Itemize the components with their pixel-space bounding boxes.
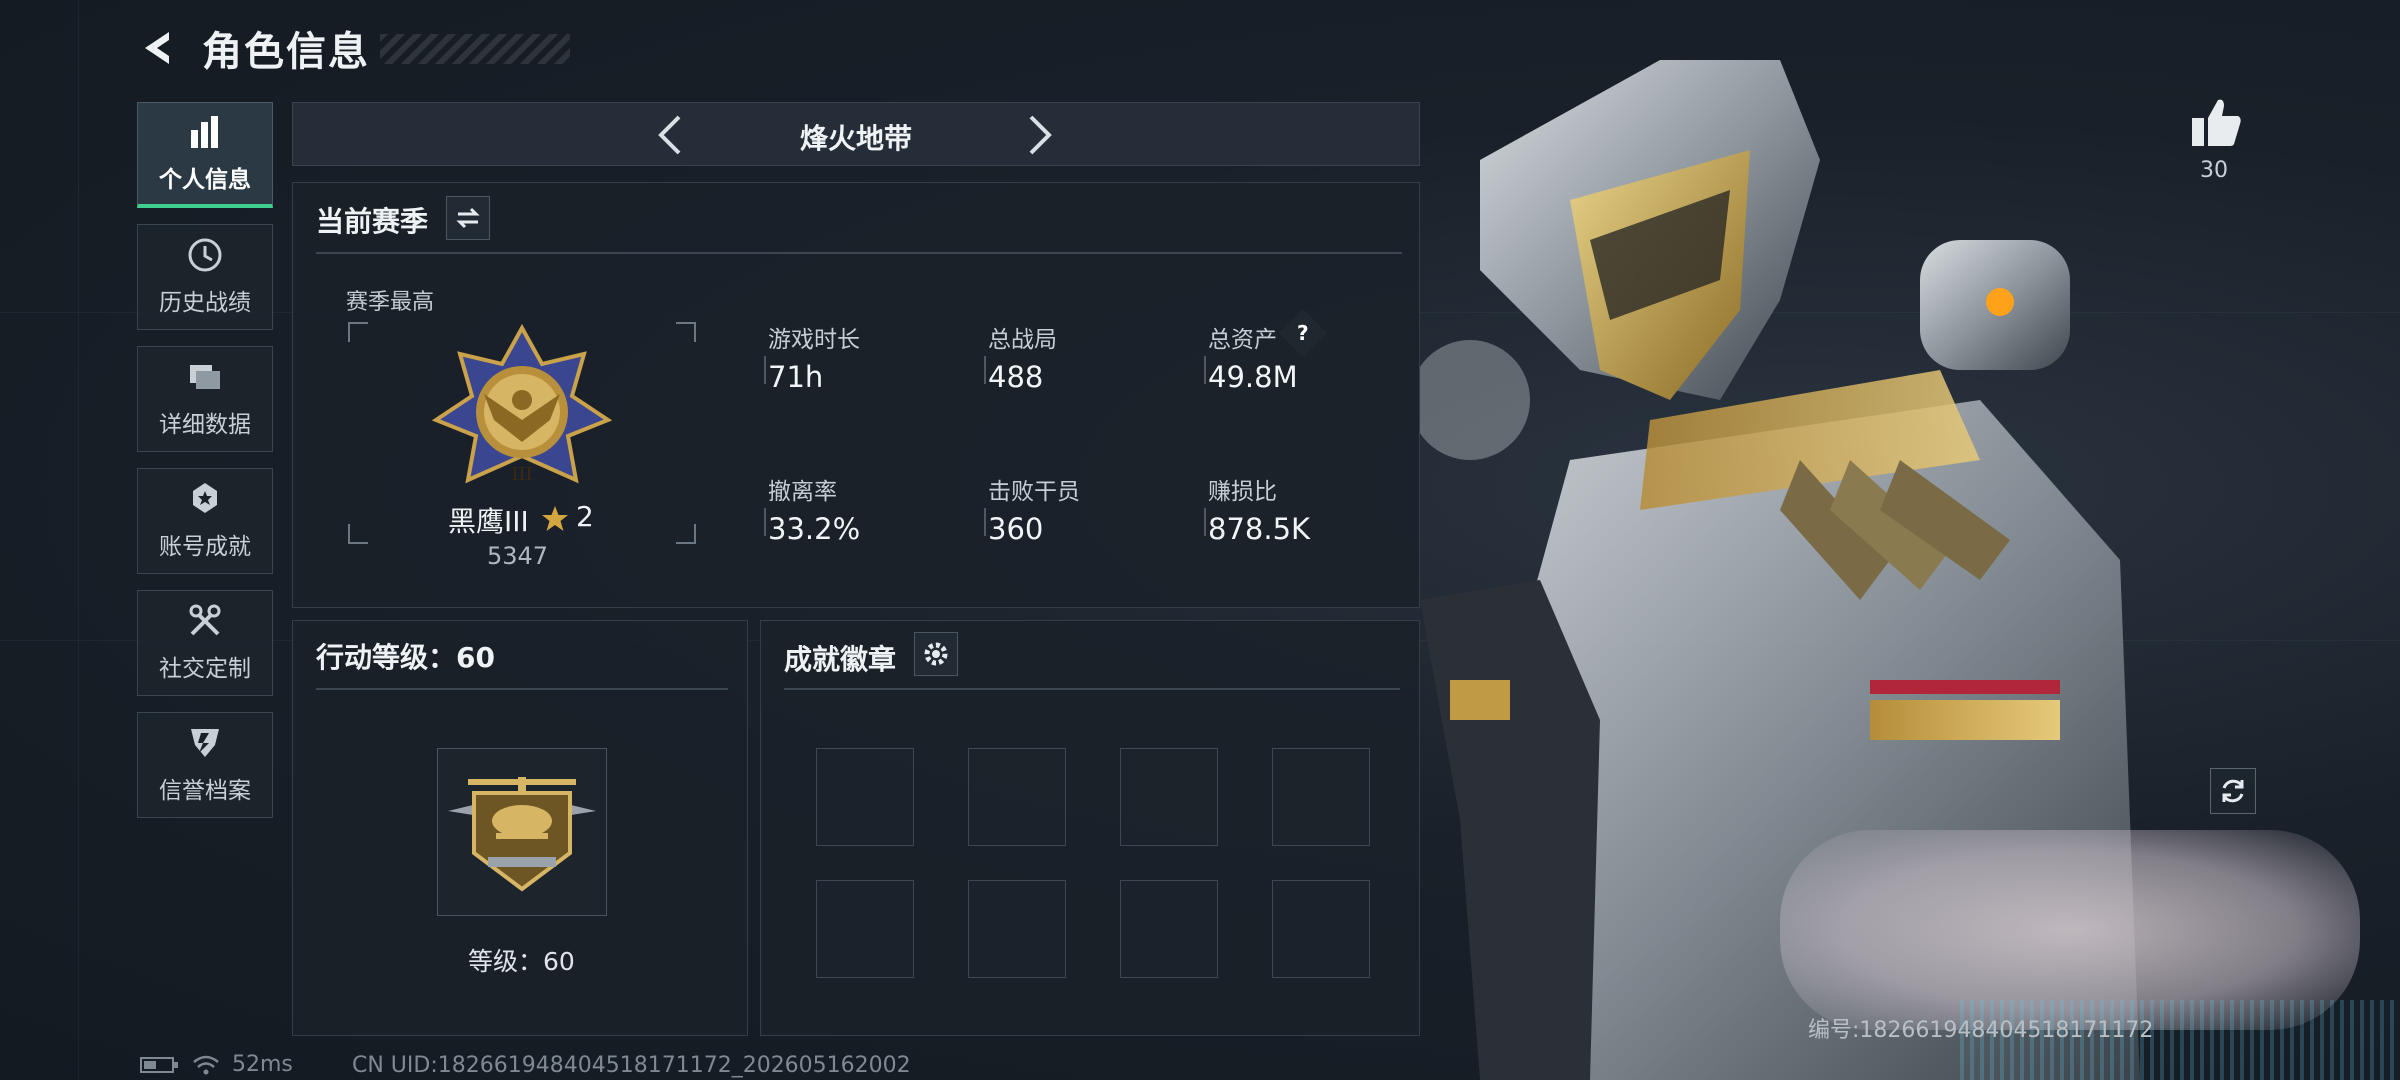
stat-label: 赚损比 <box>1208 479 1277 505</box>
header: 角色信息 <box>138 22 370 75</box>
chevron-right-icon <box>1029 115 1052 155</box>
divider <box>316 688 728 690</box>
bar-chart-icon <box>187 114 223 150</box>
star-icon <box>542 506 568 531</box>
stat-value: 360 <box>988 512 1044 546</box>
mode-name: 烽火地带 <box>799 122 912 155</box>
ping-value: 52ms <box>232 1052 293 1077</box>
account-uid: CN UID:1826619484045181711​72_2026051620… <box>352 1053 911 1078</box>
sidebar-item-label: 账号成就 <box>159 534 251 560</box>
badge-slot[interactable] <box>968 748 1066 846</box>
stat-value: 71h <box>768 360 824 394</box>
stat-value: 49.8M <box>1208 360 1298 394</box>
stat-label: 击败干员 <box>988 479 1080 505</box>
title-decoration <box>380 34 570 64</box>
badge-slot[interactable] <box>1272 748 1370 846</box>
stat-label: 游戏时长 <box>768 327 860 353</box>
refresh-icon <box>2222 779 2244 803</box>
wifi-icon <box>193 1055 219 1074</box>
stat-label: 总战局 <box>988 327 1057 353</box>
level-emblem-frame <box>437 748 607 916</box>
rotate-character-button[interactable] <box>2210 768 2256 814</box>
stat-value: 33.2% <box>768 512 861 546</box>
back-button[interactable] <box>138 27 180 69</box>
sidebar-item-achievements[interactable]: 账号成就 <box>137 468 273 574</box>
swap-icon <box>456 207 480 229</box>
sidebar-item-reputation[interactable]: 信誉档案 <box>137 712 273 818</box>
badge-slot[interactable] <box>1120 748 1218 846</box>
sidebar-item-personal-info[interactable]: 个人信息 <box>137 102 273 208</box>
sidebar: 个人信息 历史战绩 详细数据 账号成就 社交定制 信誉档案 <box>137 102 275 834</box>
stat-divider <box>1204 508 1206 536</box>
badge-slot[interactable] <box>968 880 1066 978</box>
helicopter-emblem-icon <box>448 777 596 892</box>
stat-value: 488 <box>988 360 1044 394</box>
frame-corner <box>348 322 368 342</box>
stat-label: 撤离率 <box>768 479 837 505</box>
stat-divider <box>764 356 766 384</box>
character-uid: 编号:1826619484045181711​72 <box>1808 1018 2154 1043</box>
sidebar-item-label: 历史战绩 <box>159 290 251 316</box>
season-switch-button[interactable] <box>446 196 490 240</box>
stat-divider <box>1204 356 1206 384</box>
gear-icon <box>924 642 948 666</box>
sidebar-item-label: 个人信息 <box>159 166 251 193</box>
achievements-settings-button[interactable] <box>914 632 958 676</box>
emblem-icon <box>187 725 223 761</box>
sidebar-item-social[interactable]: 社交定制 <box>137 590 273 696</box>
sidebar-item-label: 信誉档案 <box>159 778 251 804</box>
sidebar-item-label: 详细数据 <box>159 412 251 438</box>
like-button[interactable] <box>2188 96 2244 152</box>
achievements-title: 成就徽章 <box>784 643 897 676</box>
badge-slot[interactable] <box>816 880 914 978</box>
grid-line <box>78 0 79 1080</box>
rank-emblem-icon: III <box>432 324 612 485</box>
badge-slot[interactable] <box>816 748 914 846</box>
page-title: 角色信息 <box>202 29 370 75</box>
sidebar-item-label: 社交定制 <box>159 656 251 682</box>
next-mode-button[interactable] <box>1015 111 1063 159</box>
back-arrow-icon <box>145 32 169 64</box>
divider <box>316 252 1402 254</box>
stat-divider <box>984 508 986 536</box>
like-count: 30 <box>2200 158 2228 183</box>
season-title: 当前赛季 <box>316 205 429 238</box>
trophy-icon <box>187 481 223 517</box>
badge-slot[interactable] <box>1272 880 1370 978</box>
thumbs-up-icon <box>2192 99 2241 146</box>
svg-text:III: III <box>511 464 532 485</box>
badge-slot[interactable] <box>1120 880 1218 978</box>
stat-divider <box>984 356 986 384</box>
rank-score: 5347 <box>487 542 549 570</box>
frame-corner <box>348 524 368 544</box>
clock-icon <box>187 237 223 273</box>
tools-icon <box>187 603 223 639</box>
folder-icon <box>187 359 223 395</box>
status-bar: 52ms <box>140 1052 293 1077</box>
stat-label: 总资产 <box>1208 327 1277 353</box>
sidebar-item-detailed-data[interactable]: 详细数据 <box>137 346 273 452</box>
rank-stars: 2 <box>576 500 594 533</box>
help-icon: ? <box>1297 320 1309 345</box>
action-level-title: 行动等级：60 <box>316 641 495 674</box>
rank-name: 黑鹰III <box>448 505 529 538</box>
frame-corner <box>676 524 696 544</box>
stat-value: 878.5K <box>1208 512 1311 546</box>
level-label: 等级：60 <box>468 947 575 976</box>
season-best-label: 赛季最高 <box>346 290 435 315</box>
battery-icon <box>140 1056 178 1073</box>
mode-switcher: 烽火地带 <box>292 102 1420 166</box>
divider <box>784 688 1400 690</box>
sidebar-item-history[interactable]: 历史战绩 <box>137 224 273 330</box>
frame-corner <box>676 322 696 342</box>
stat-divider <box>764 508 766 536</box>
